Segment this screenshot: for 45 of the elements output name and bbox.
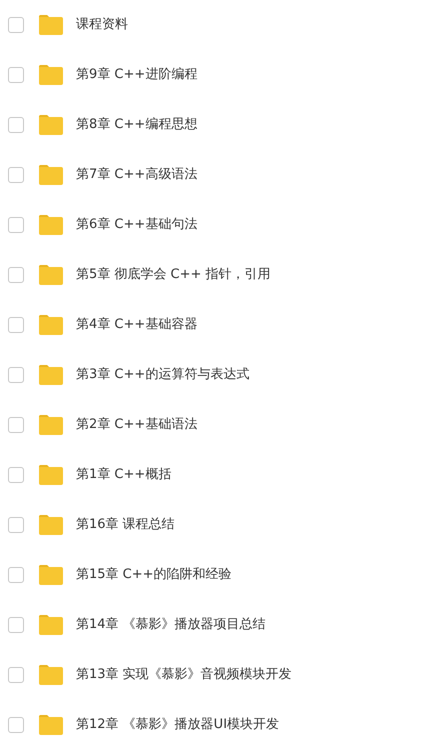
checkbox[interactable] xyxy=(8,167,24,183)
folder-name[interactable]: 第15章 C++的陷阱和经验 xyxy=(76,565,232,585)
checkbox[interactable] xyxy=(8,417,24,433)
folder-icon xyxy=(38,114,64,136)
folder-icon xyxy=(38,64,64,86)
checkbox[interactable] xyxy=(8,217,24,233)
folder-name[interactable]: 第14章 《慕影》播放器项目总结 xyxy=(76,615,266,635)
checkbox[interactable] xyxy=(8,717,24,733)
folder-icon xyxy=(38,464,64,486)
checkbox[interactable] xyxy=(8,617,24,633)
checkbox[interactable] xyxy=(8,67,24,83)
checkbox[interactable] xyxy=(8,117,24,133)
checkbox[interactable] xyxy=(8,567,24,583)
folder-name[interactable]: 第3章 C++的运算符与表达式 xyxy=(76,365,250,385)
folder-icon xyxy=(38,314,64,336)
folder-icon xyxy=(38,664,64,686)
checkbox[interactable] xyxy=(8,267,24,283)
folder-icon xyxy=(38,414,64,436)
folder-name[interactable]: 第2章 C++基础语法 xyxy=(76,415,198,435)
folder-name[interactable]: 第16章 课程总结 xyxy=(76,515,175,535)
folder-name[interactable]: 第6章 C++基础句法 xyxy=(76,215,198,235)
checkbox[interactable] xyxy=(8,17,24,33)
folder-icon xyxy=(38,214,64,236)
checkbox[interactable] xyxy=(8,317,24,333)
folder-icon xyxy=(38,164,64,186)
folder-name[interactable]: 第1章 C++概括 xyxy=(76,465,172,485)
checkbox[interactable] xyxy=(8,467,24,483)
folder-icon xyxy=(38,564,64,586)
checkbox[interactable] xyxy=(8,517,24,533)
checkbox[interactable] xyxy=(8,367,24,383)
folder-icon xyxy=(38,264,64,286)
folder-name[interactable]: 第12章 《慕影》播放器UI模块开发 xyxy=(76,715,280,735)
folder-icon xyxy=(38,614,64,636)
folder-name[interactable]: 第4章 C++基础容器 xyxy=(76,315,198,335)
folder-name[interactable]: 第8章 C++编程思想 xyxy=(76,115,198,135)
folder-name[interactable]: 课程资料 xyxy=(76,15,128,35)
folder-name[interactable]: 第9章 C++进阶编程 xyxy=(76,65,198,85)
folder-icon xyxy=(38,514,64,536)
folder-icon xyxy=(38,364,64,386)
checkbox[interactable] xyxy=(8,667,24,683)
folder-icon xyxy=(38,14,64,36)
folder-icon xyxy=(38,714,64,736)
folder-name[interactable]: 第7章 C++高级语法 xyxy=(76,165,198,185)
folder-name[interactable]: 第13章 实现《慕影》音视频模块开发 xyxy=(76,665,292,685)
folder-name[interactable]: 第5章 彻底学会 C++ 指针，引用 xyxy=(76,265,271,285)
